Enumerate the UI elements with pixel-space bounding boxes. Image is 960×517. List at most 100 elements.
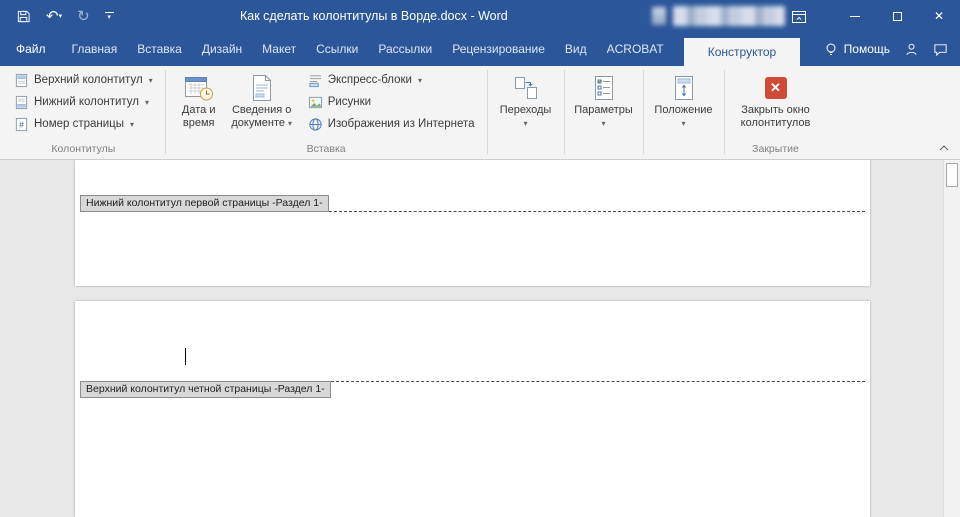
ribbon-display-options-icon (791, 9, 807, 25)
ribbon-display-options-button[interactable] (790, 8, 808, 26)
ribbon-group-position: Положение ▾ (646, 66, 722, 159)
button-label: Нижний колонтитул (34, 96, 139, 108)
svg-text:#: # (19, 119, 24, 129)
button-label: Закрыть окно колонтитулов (741, 104, 811, 129)
tab-insert[interactable]: Вставка (127, 32, 192, 66)
dashed-boundary-line (331, 381, 865, 382)
word-window: ↶ ▾ ↻ ▾ Как сделать колонтитулы в Ворде.… (0, 0, 960, 517)
options-dropdown-button[interactable]: Параметры ▾ (572, 69, 636, 137)
close-red-x-icon: ✕ (765, 77, 787, 99)
tab-design[interactable]: Дизайн (192, 32, 252, 66)
pictures-button[interactable]: Рисунки (302, 91, 481, 113)
dropdown-arrow-icon: ▾ (288, 119, 292, 128)
ribbon-group-insert: Дата и время Сведения о документе▾ (168, 66, 485, 159)
tab-review[interactable]: Рецензирование (442, 32, 555, 66)
dropdown-arrow-icon: ▾ (601, 117, 605, 130)
tab-file[interactable]: Файл (0, 32, 62, 66)
group-separator (487, 70, 488, 154)
button-label: Изображения из Интернета (328, 118, 475, 130)
redo-button[interactable]: ↻ (77, 9, 90, 24)
minimize-button[interactable] (834, 0, 876, 32)
navigation-icon (513, 71, 539, 104)
pictures-icon (308, 95, 323, 110)
online-pictures-button[interactable]: Изображения из Интернета (302, 113, 481, 135)
button-label: Верхний колонтитул (34, 74, 143, 86)
ribbon-group-navigation: Переходы ▾ (490, 66, 562, 159)
dropdown-arrow-icon: ▾ (107, 14, 111, 21)
redacted-blur (673, 6, 785, 26)
page-1[interactable]: Нижний колонтитул первой страницы -Разде… (75, 160, 870, 286)
user-icon[interactable] (904, 42, 919, 57)
vertical-scrollbar[interactable] (943, 160, 960, 517)
document-info-icon (250, 71, 274, 104)
button-label: Экспресс-блоки (328, 74, 412, 86)
group-separator (724, 70, 725, 154)
help-button[interactable]: Помощь (824, 42, 890, 57)
header-tag: Верхний колонтитул четной страницы -Разд… (80, 381, 331, 398)
dropdown-arrow-icon: ▾ (523, 117, 527, 130)
scrollbar-thumb[interactable] (946, 163, 958, 187)
ribbon-group-options: Параметры ▾ (567, 66, 641, 159)
page-2[interactable]: Верхний колонтитул четной страницы -Разд… (75, 301, 870, 517)
tab-acrobat[interactable]: ACROBAT (597, 32, 674, 66)
button-label: Переходы (500, 104, 552, 116)
header-dropdown-button[interactable]: Верхний колонтитул ▾ (8, 69, 159, 91)
text-cursor (185, 348, 186, 365)
datetime-icon (184, 71, 214, 104)
ribbon-group-close: ✕ Закрыть окно колонтитулов Закрытие (727, 66, 825, 159)
dropdown-arrow-icon: ▾ (130, 120, 134, 129)
close-header-footer-button[interactable]: ✕ Закрыть окно колонтитулов (732, 69, 820, 137)
save-button[interactable] (16, 9, 31, 24)
tab-header-footer-design[interactable]: Конструктор (684, 38, 800, 66)
footer-icon (14, 95, 29, 110)
collapse-ribbon-button[interactable] (934, 140, 954, 156)
ribbon: Верхний колонтитул ▾ Нижний колонтитул ▾ (0, 66, 960, 160)
button-label: Положение (654, 104, 712, 116)
undo-button[interactable]: ↶ ▾ (46, 9, 62, 24)
page-number-icon: # (14, 117, 29, 132)
tab-view[interactable]: Вид (555, 32, 597, 66)
group-label-headers: Колонтитулы (4, 142, 163, 159)
maximize-button[interactable] (876, 0, 918, 32)
tab-layout[interactable]: Макет (252, 32, 306, 66)
chevron-up-icon (938, 144, 950, 152)
redacted-blur (652, 7, 666, 25)
group-label-options (567, 142, 641, 159)
tab-mailings[interactable]: Рассылки (368, 32, 442, 66)
footer-dropdown-button[interactable]: Нижний колонтитул ▾ (8, 91, 159, 113)
help-label: Помощь (844, 42, 890, 56)
comments-icon[interactable] (933, 42, 948, 57)
header-icon (14, 73, 29, 88)
tab-references[interactable]: Ссылки (306, 32, 368, 66)
qat-customize-button[interactable]: ▾ (105, 12, 114, 21)
group-separator (564, 70, 565, 154)
quick-access-toolbar: ↶ ▾ ↻ ▾ (0, 9, 114, 24)
save-icon (16, 9, 31, 24)
close-icon: ✕ (934, 9, 944, 23)
lightbulb-icon (824, 42, 838, 57)
redo-icon: ↻ (77, 9, 90, 24)
dropdown-arrow-icon: ▾ (145, 98, 149, 107)
navigation-dropdown-button[interactable]: Переходы ▾ (495, 69, 557, 137)
bar-icon (105, 12, 114, 13)
quick-parts-dropdown-button[interactable]: Экспресс-блоки ▾ (302, 69, 481, 91)
close-button[interactable]: ✕ (918, 0, 960, 32)
docinfo-dropdown-button[interactable]: Сведения о документе▾ (227, 69, 297, 137)
document-canvas: Нижний колонтитул первой страницы -Разде… (0, 160, 960, 517)
group-label-insert: Вставка (168, 142, 485, 159)
datetime-button[interactable]: Дата и время (173, 69, 225, 137)
dropdown-arrow-icon: ▾ (418, 76, 422, 85)
position-icon (672, 71, 696, 104)
minimize-icon (850, 16, 860, 17)
undo-icon: ↶ (46, 9, 59, 24)
page-number-dropdown-button[interactable]: # Номер страницы ▾ (8, 113, 159, 135)
group-label-close: Закрытие (727, 142, 825, 159)
tab-home[interactable]: Главная (62, 32, 128, 66)
position-dropdown-button[interactable]: Положение ▾ (651, 69, 717, 137)
button-label: Рисунки (328, 96, 371, 108)
group-separator (643, 70, 644, 154)
tabrow-right-cluster: Помощь (824, 32, 960, 66)
maximize-icon (893, 12, 902, 21)
group-label-navigation (490, 142, 562, 159)
button-label: Дата и время (182, 104, 216, 129)
